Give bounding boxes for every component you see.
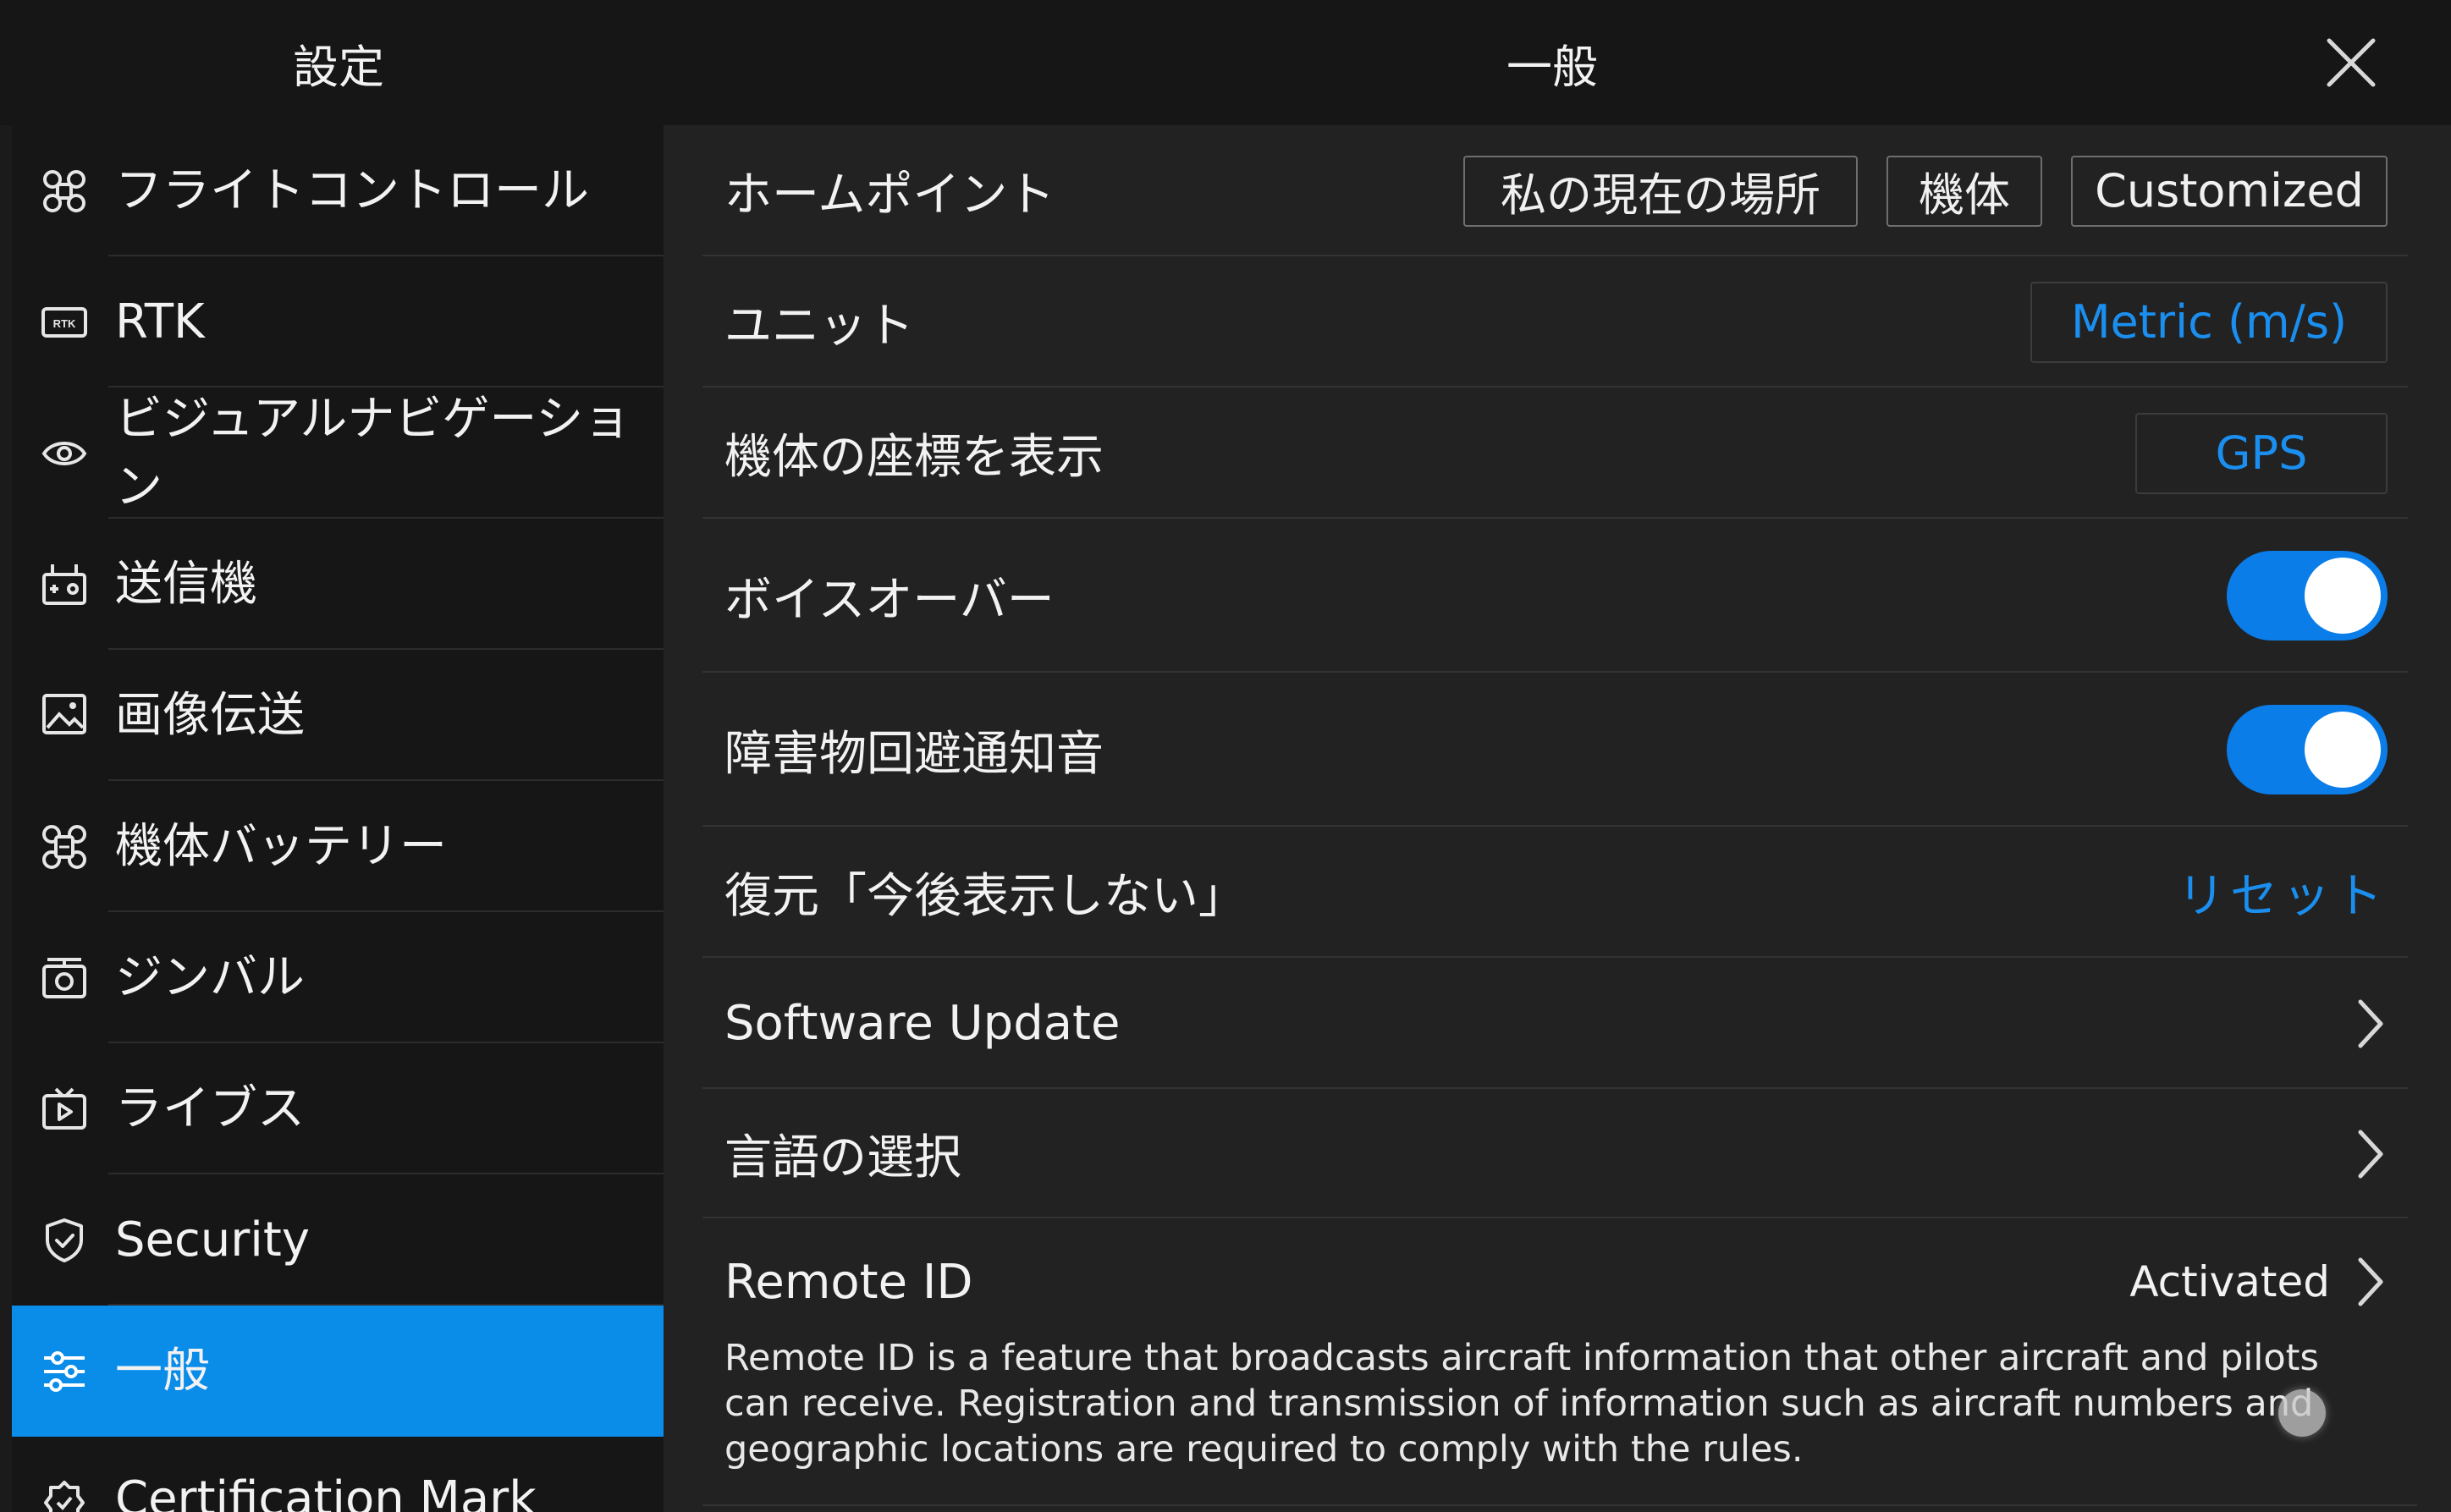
software-update-chevron-container [2354, 958, 2388, 1089]
toggle-knob [2305, 712, 2381, 788]
sidebar-item-remote-controller[interactable]: 送信機 [12, 519, 664, 650]
voiceover-toggle-container [2227, 519, 2388, 673]
divider [702, 1504, 2417, 1506]
remote-id-status: Activated [2129, 1257, 2330, 1306]
chevron-right-icon [2354, 1255, 2388, 1309]
sidebar: フライトコントロール RTK RTK ビジュアルナビゲーション 送信機 画像伝送… [12, 125, 664, 1512]
sidebar-item-label: 送信機 [115, 556, 257, 612]
home-point-my-location-button[interactable]: 私の現在の場所 [1463, 155, 1858, 227]
home-point-aircraft-button[interactable]: 機体 [1886, 155, 2042, 227]
remote-id-label: Remote ID [724, 1254, 973, 1310]
sidebar-item-label: ジンバル [115, 949, 305, 1005]
sidebar-item-label: 画像伝送 [115, 687, 305, 743]
coordinates-row: 機体の座標を表示 GPS [702, 388, 2408, 519]
coordinates-label: 機体の座標を表示 [724, 430, 1104, 485]
sidebar-item-label: 機体バッテリー [115, 818, 447, 874]
home-point-options: 私の現在の場所 機体 Customized [1463, 125, 2388, 256]
sidebar-item-label: 一般 [115, 1343, 210, 1399]
page-title: 一般 [1506, 40, 1598, 94]
unit-select[interactable]: Metric (m/s) [2030, 281, 2388, 363]
language-label: 言語の選択 [724, 1130, 961, 1185]
sidebar-item-label: ライブス [115, 1080, 305, 1136]
sidebar-item-certification-mark[interactable]: Certification Mark [12, 1437, 664, 1512]
restore-dont-show-row: 復元「今後表示しない」 リセット [702, 827, 2408, 958]
sidebar-item-general[interactable]: 一般 [12, 1306, 664, 1437]
aircraft-battery-icon [39, 822, 90, 872]
sidebar-item-visual-navigation[interactable]: ビジュアルナビゲーション [12, 388, 664, 519]
obstacle-sound-row: 障害物回避通知音 [702, 673, 2408, 827]
reset-link[interactable]: リセット [2178, 858, 2388, 926]
settings-window: 設定 一般 フライトコントロール RTK RTK ビジュアルナビゲーション 送信… [0, 0, 2451, 1512]
software-update-row[interactable]: Software Update [702, 958, 2408, 1089]
toggle-knob [2305, 558, 2381, 634]
sliders-icon [39, 1346, 90, 1397]
live-stream-icon [39, 1084, 90, 1135]
voiceover-row: ボイスオーバー [702, 519, 2408, 673]
unit-value-container: Metric (m/s) [2030, 256, 2388, 388]
restore-reset-container: リセット [2178, 827, 2388, 958]
drone-icon [39, 166, 90, 217]
sidebar-item-gimbal[interactable]: ジンバル [12, 912, 664, 1043]
language-row[interactable]: 言語の選択 [702, 1089, 2408, 1218]
close-button[interactable] [2324, 36, 2378, 90]
sidebar-item-security[interactable]: Security [12, 1174, 664, 1306]
coordinates-value-container: GPS [2135, 388, 2388, 519]
obstacle-sound-toggle-container [2227, 673, 2388, 827]
sidebar-item-image-transmission[interactable]: 画像伝送 [12, 650, 664, 781]
header-bar: 設定 一般 [0, 0, 2451, 125]
gimbal-camera-icon [39, 953, 90, 1003]
unit-label: ユニット [724, 299, 914, 354]
unit-row: ユニット Metric (m/s) [702, 256, 2408, 388]
sidebar-item-label: フライトコントロール [115, 162, 589, 218]
remote-id-row[interactable]: Remote ID Activated [702, 1218, 2408, 1345]
remote-id-description: Remote ID is a feature that broadcasts a… [724, 1337, 2319, 1471]
sidebar-item-label: RTK [115, 294, 205, 349]
voiceover-toggle[interactable] [2227, 551, 2388, 641]
home-point-customized-button[interactable]: Customized [2071, 155, 2388, 227]
sidebar-item-flight-control[interactable]: フライトコントロール [12, 125, 664, 256]
software-update-label: Software Update [724, 996, 1121, 1051]
shield-icon [39, 1215, 90, 1266]
certification-icon [39, 1477, 90, 1512]
voiceover-label: ボイスオーバー [724, 572, 1055, 628]
chevron-right-icon [2354, 997, 2388, 1051]
close-icon [2327, 38, 2376, 87]
sidebar-item-label: ビジュアルナビゲーション [115, 391, 631, 514]
sidebar-item-aircraft-battery[interactable]: 機体バッテリー [12, 781, 664, 912]
touch-indicator [2278, 1389, 2326, 1437]
remote-controller-icon [39, 559, 90, 610]
rtk-icon: RTK [39, 297, 90, 348]
sidebar-item-rtk[interactable]: RTK RTK [12, 256, 664, 388]
obstacle-sound-label: 障害物回避通知音 [724, 726, 1104, 782]
restore-dont-show-label: 復元「今後表示しない」 [724, 869, 1246, 924]
language-chevron-container [2354, 1089, 2388, 1218]
settings-content: ホームポイント 私の現在の場所 機体 Customized ユニット Metri… [664, 125, 2451, 1512]
home-point-label: ホームポイント [724, 168, 1055, 223]
settings-title: 設定 [293, 40, 384, 94]
sidebar-item-label: Certification Mark [115, 1471, 537, 1512]
chevron-right-icon [2354, 1127, 2388, 1181]
home-point-row: ホームポイント 私の現在の場所 機体 Customized [702, 125, 2408, 256]
image-transmission-icon [39, 690, 90, 741]
remote-id-status-container: Activated [2129, 1218, 2388, 1345]
sidebar-item-live-stream[interactable]: ライブス [12, 1043, 664, 1174]
coordinates-select[interactable]: GPS [2135, 412, 2388, 494]
eye-icon [39, 428, 90, 479]
sidebar-item-label: Security [115, 1212, 310, 1267]
obstacle-sound-toggle[interactable] [2227, 705, 2388, 794]
svg-text:RTK: RTK [53, 317, 76, 330]
